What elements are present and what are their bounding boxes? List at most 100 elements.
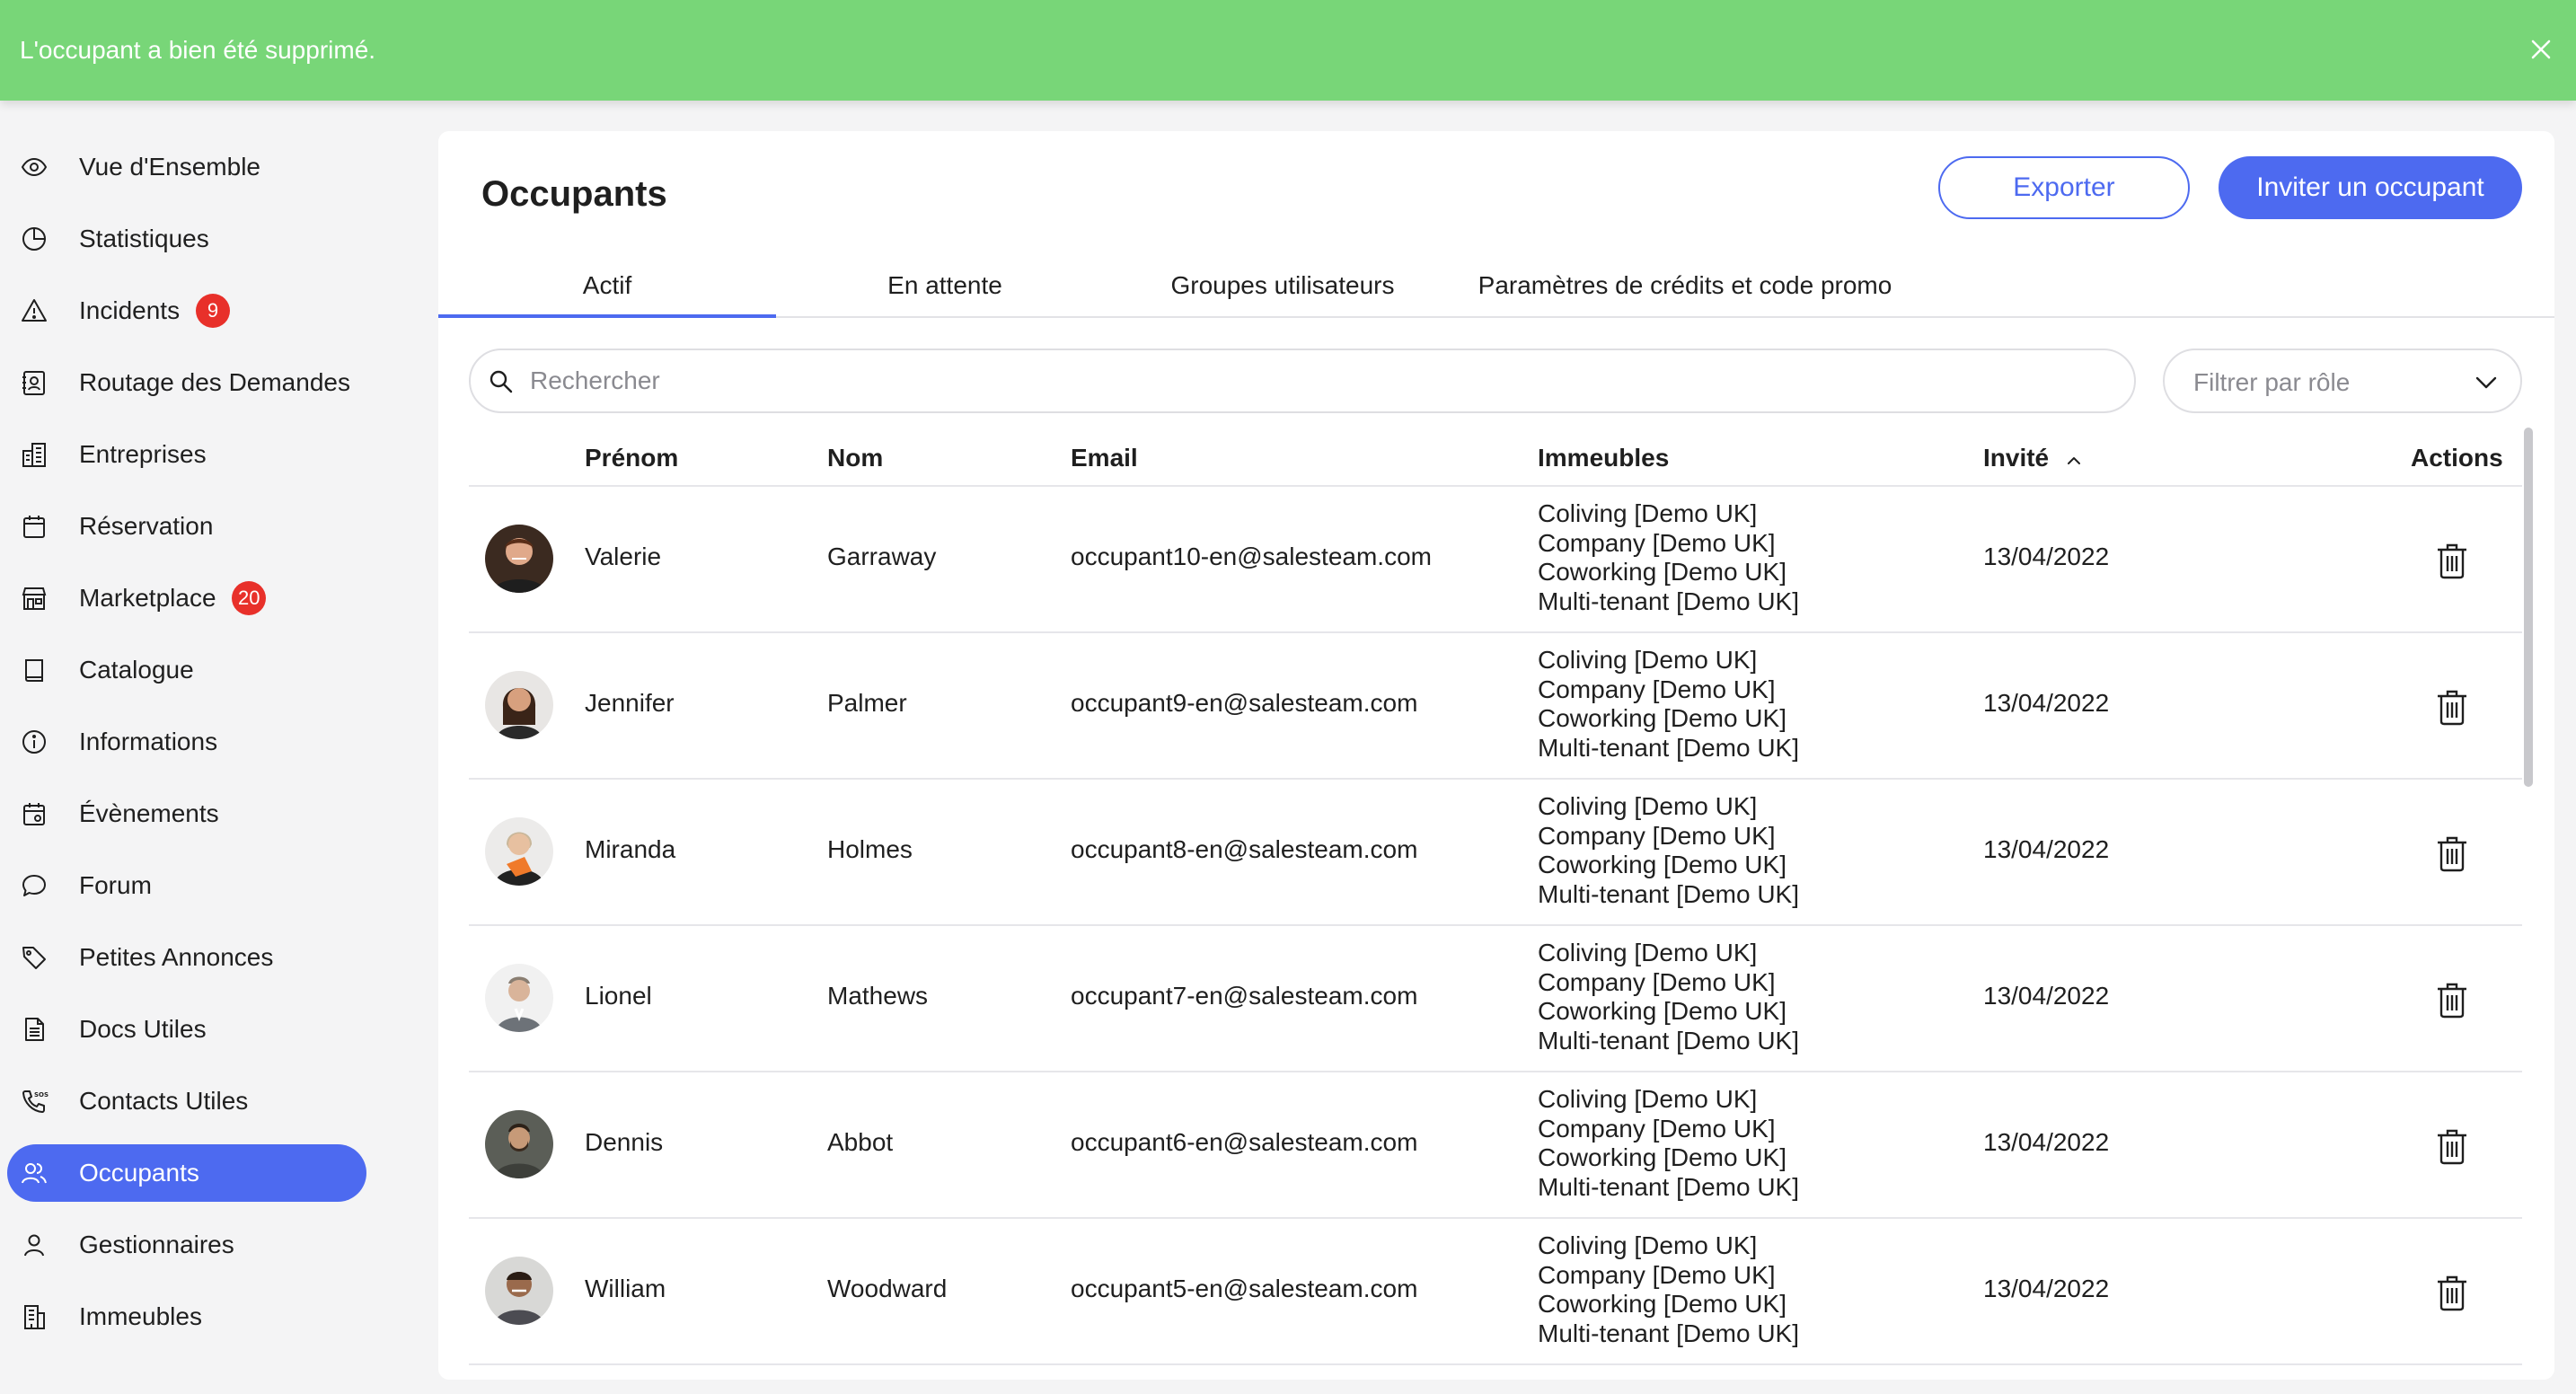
sidebar-item-immeubles[interactable]: Immeubles	[7, 1288, 366, 1345]
last-name-cell: Mathews	[827, 982, 929, 1010]
toast-message: L'occupant a bien été supprimé.	[20, 36, 376, 64]
sidebar-item-label: Docs Utiles	[79, 1015, 207, 1043]
building-item: Coworking [Demo UK]	[1538, 1290, 1786, 1318]
sidebar-item-marketplace[interactable]: Marketplace 20	[7, 569, 366, 627]
sidebar-item-petites-annonces[interactable]: Petites Annonces	[7, 929, 366, 986]
sidebar-item-gestionnaires[interactable]: Gestionnaires	[7, 1216, 366, 1274]
invited-date-cell: 13/04/2022	[1983, 543, 2110, 570]
invited-date-cell: 13/04/2022	[1983, 982, 2110, 1010]
last-name-cell: Woodward	[827, 1275, 948, 1302]
sidebar-item-entreprises[interactable]: Entreprises	[7, 426, 366, 483]
table-row[interactable]: Miranda Holmes occupant8-en@salesteam.co…	[469, 780, 2522, 926]
sidebar-item-catalogue[interactable]: Catalogue	[7, 641, 366, 699]
last-name-cell: Palmer	[827, 689, 907, 717]
table-scrollbar[interactable]	[2524, 428, 2533, 787]
store-icon	[22, 587, 47, 610]
sidebar-item-docs-utiles[interactable]: Docs Utiles	[7, 1001, 366, 1058]
close-icon[interactable]	[2526, 34, 2556, 65]
sidebar-item-reservation[interactable]: Réservation	[7, 498, 366, 555]
building-item: Coworking [Demo UK]	[1538, 997, 1786, 1025]
first-name-cell: Valerie	[585, 543, 662, 570]
tag-icon	[22, 947, 46, 969]
building-item: Multi-tenant [Demo UK]	[1538, 1319, 1799, 1347]
sidebar-item-forum[interactable]: Forum	[7, 857, 366, 914]
table-row[interactable]: Jennifer Palmer occupant9-en@salesteam.c…	[469, 633, 2522, 780]
sidebar-item-routage[interactable]: Routage des Demandes	[7, 354, 366, 411]
export-button[interactable]: Exporter	[1938, 156, 2190, 219]
building-item: Coliving [Demo UK]	[1538, 1085, 1758, 1113]
sidebar-item-incidents[interactable]: Incidents 9	[7, 282, 366, 340]
sidebar-item-occupants[interactable]: Occupants	[7, 1144, 366, 1202]
last-name-cell: Garraway	[827, 543, 937, 570]
table-row[interactable]: Dennis Abbot occupant6-en@salesteam.com …	[469, 1072, 2522, 1219]
avatar	[485, 817, 553, 886]
sidebar-item-contacts-utiles[interactable]: SOS Contacts Utiles	[7, 1072, 366, 1130]
avatar	[485, 1110, 553, 1178]
first-name-cell: Jennifer	[585, 689, 675, 717]
pie-chart-icon	[22, 227, 46, 251]
invite-occupant-button[interactable]: Inviter un occupant	[2219, 156, 2522, 219]
email-cell: occupant5-en@salesteam.com	[1071, 1275, 1418, 1302]
building-item: Coliving [Demo UK]	[1538, 646, 1758, 674]
search-input[interactable]	[530, 359, 2111, 402]
sidebar-item-label: Marketplace	[79, 584, 216, 612]
trash-icon[interactable]	[2434, 1273, 2470, 1312]
building-item: Coworking [Demo UK]	[1538, 704, 1786, 732]
column-header-immeubles[interactable]: Immeubles	[1538, 444, 1669, 472]
sidebar-item-label: Immeubles	[79, 1302, 202, 1330]
column-header-invite[interactable]: Invité	[1983, 444, 2049, 472]
table-row[interactable]: William Woodward occupant5-en@salesteam.…	[469, 1219, 2522, 1365]
building-item: Coliving [Demo UK]	[1538, 499, 1758, 527]
sort-ascending-icon[interactable]	[2064, 451, 2084, 471]
building-item: Coliving [Demo UK]	[1538, 1231, 1758, 1259]
tab-groupes-utilisateurs[interactable]: Groupes utilisateurs	[1114, 266, 1451, 318]
sidebar-item-label: Catalogue	[79, 656, 194, 684]
table-row[interactable]: Lionel Mathews occupant7-en@salesteam.co…	[469, 926, 2522, 1072]
table-row[interactable]: Valerie Garraway occupant10-en@salesteam…	[469, 487, 2522, 633]
avatar	[485, 671, 553, 739]
column-header-nom[interactable]: Nom	[827, 444, 883, 472]
search-bar	[469, 348, 2136, 413]
column-header-prenom[interactable]: Prénom	[585, 444, 678, 472]
search-icon	[490, 370, 513, 393]
marketplace-count-badge: 20	[232, 581, 267, 615]
first-name-cell: Lionel	[585, 982, 652, 1010]
avatar	[485, 525, 553, 593]
tab-actif[interactable]: Actif	[438, 266, 776, 318]
sidebar-item-label: Petites Annonces	[79, 943, 274, 971]
email-cell: occupant7-en@salesteam.com	[1071, 982, 1418, 1010]
chat-bubble-icon	[22, 875, 46, 896]
building-item: Coliving [Demo UK]	[1538, 792, 1758, 820]
tab-parametres-credits[interactable]: Paramètres de crédits et code promo	[1451, 266, 1919, 318]
last-name-cell: Holmes	[827, 835, 913, 863]
column-header-email[interactable]: Email	[1071, 444, 1138, 472]
first-name-cell: Dennis	[585, 1128, 664, 1156]
tab-en-attente[interactable]: En attente	[776, 266, 1114, 318]
buildings-cell: Coliving [Demo UK] Company [Demo UK] Cow…	[1538, 1085, 1799, 1202]
calendar-icon	[23, 516, 45, 538]
invited-date-cell: 13/04/2022	[1983, 1128, 2110, 1156]
avatar	[485, 1257, 553, 1325]
role-filter-select[interactable]: Filtrer par rôle	[2163, 348, 2522, 413]
building-item: Company [Demo UK]	[1538, 675, 1776, 703]
sidebar-item-vue-ensemble[interactable]: Vue d'Ensemble	[7, 138, 366, 196]
building-item: Company [Demo UK]	[1538, 1114, 1776, 1143]
email-cell: occupant9-en@salesteam.com	[1071, 689, 1418, 717]
sidebar-item-statistiques[interactable]: Statistiques	[7, 210, 366, 268]
sidebar-item-evenements[interactable]: Évènements	[7, 785, 366, 843]
building-item: Multi-tenant [Demo UK]	[1538, 733, 1799, 762]
building-item: Company [Demo UK]	[1538, 967, 1776, 996]
warning-icon	[22, 299, 47, 322]
trash-icon[interactable]	[2434, 980, 2470, 1019]
invited-date-cell: 13/04/2022	[1983, 835, 2110, 863]
table-header: Prénom Nom Email Immeubles Invité Action…	[469, 437, 2522, 487]
trash-icon[interactable]	[2434, 687, 2470, 727]
success-toast: L'occupant a bien été supprimé.	[0, 0, 2576, 101]
sidebar-item-informations[interactable]: Informations	[7, 713, 366, 771]
trash-icon[interactable]	[2434, 834, 2470, 873]
email-cell: occupant6-en@salesteam.com	[1071, 1128, 1418, 1156]
trash-icon[interactable]	[2434, 541, 2470, 580]
trash-icon[interactable]	[2434, 1126, 2470, 1166]
document-icon	[25, 1018, 44, 1041]
building-item: Coworking [Demo UK]	[1538, 1143, 1786, 1171]
